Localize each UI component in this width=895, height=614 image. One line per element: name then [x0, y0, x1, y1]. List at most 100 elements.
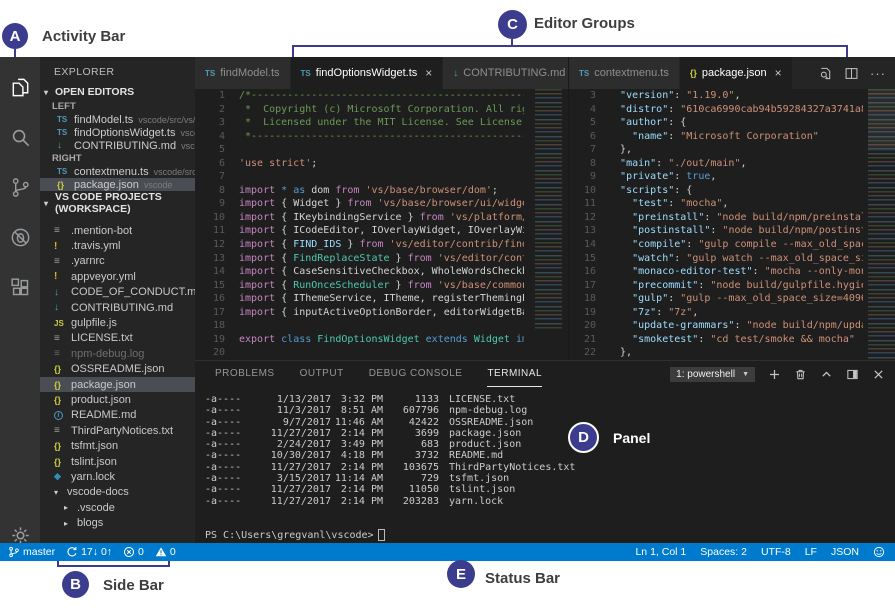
- panel-tab-terminal[interactable]: TERMINAL: [487, 361, 542, 387]
- code-token: [608, 239, 632, 250]
- minimap[interactable]: [535, 89, 562, 331]
- tree-file-.yarnrc[interactable]: ≡.yarnrc: [40, 254, 195, 269]
- close-icon[interactable]: ×: [425, 66, 432, 80]
- editor-code[interactable]: 1/*-------------------------------------…: [195, 89, 568, 360]
- code-token: ,: [734, 90, 740, 101]
- workspace-header[interactable]: ▾ VS CODE PROJECTS (WORKSPACE): [40, 195, 195, 211]
- terminal-prompt[interactable]: PS C:\Users\gregvanl\vscode>: [205, 529, 385, 541]
- status-errors[interactable]: 0: [123, 546, 144, 558]
- tree-file-ThirdPartyNotices.txt[interactable]: ≡ThirdPartyNotices.txt: [40, 423, 195, 438]
- status-text: LF: [805, 546, 817, 558]
- terminal-picker[interactable]: 1: powershell ▼: [670, 367, 755, 382]
- status-git-sync[interactable]: 17↓ 0↑: [66, 546, 112, 558]
- tree-file-appveyor.yml[interactable]: !appveyor.yml: [40, 269, 195, 284]
- ts-file-icon: TS: [579, 69, 589, 78]
- open-preview-icon[interactable]: [818, 66, 833, 81]
- open-editors-header[interactable]: ▾ OPEN EDITORS: [40, 84, 195, 100]
- tree-file-package.json[interactable]: {}package.json: [40, 377, 195, 392]
- activity-bar-item-search[interactable]: [0, 115, 40, 159]
- code-token: "Microsoft Corporation": [680, 131, 818, 142]
- tree-file-gulpfile.js[interactable]: JSgulpfile.js: [40, 315, 195, 330]
- code-line: 17 "precommit": "node build/gulpfile.hyg…: [569, 279, 895, 293]
- code-text: *---------------------------------------…: [239, 130, 524, 144]
- status-encoding[interactable]: UTF-8: [761, 546, 791, 558]
- editor-code[interactable]: 3 "version": "1.19.0",4 "distro": "610ca…: [569, 89, 895, 360]
- open-editor-item[interactable]: TSfindModel.tsvscode/src/vs/...: [40, 113, 195, 126]
- status-language-mode[interactable]: JSON: [831, 546, 859, 558]
- tree-folder-.vscode[interactable]: ▸.vscode: [40, 500, 195, 515]
- code-token: 'vs/platform/keybinding/common/keybindin…: [450, 212, 524, 223]
- tree-file-LICENSE.txt[interactable]: ≡LICENSE.txt: [40, 331, 195, 346]
- tree-file-OSSREADME.json[interactable]: {}OSSREADME.json: [40, 362, 195, 377]
- close-icon[interactable]: ×: [775, 66, 782, 80]
- activity-bar-item-source-control[interactable]: [0, 165, 40, 209]
- terminal-cursor: [378, 529, 385, 541]
- new-terminal-icon[interactable]: [768, 368, 781, 381]
- status-cursor-position[interactable]: Ln 1, Col 1: [635, 546, 686, 558]
- tab-CONTRIBUTING.md[interactable]: ↓CONTRIBUTING.md: [443, 57, 576, 89]
- minimap[interactable]: [868, 89, 895, 360]
- tree-file-README.md[interactable]: iREADME.md: [40, 408, 195, 423]
- line-number: 7: [195, 170, 225, 184]
- panel-tab-debug-console[interactable]: DEBUG CONSOLE: [369, 361, 463, 387]
- tree-file-.mention-bot[interactable]: ≡.mention-bot: [40, 223, 195, 238]
- code-text: "scripts": {: [608, 184, 863, 198]
- panel-tab-problems[interactable]: PROBLEMS: [215, 361, 275, 387]
- status-eol[interactable]: LF: [805, 546, 817, 558]
- code-token: {: [281, 239, 293, 250]
- activity-bar-item-explorer[interactable]: [0, 65, 40, 109]
- open-editor-item[interactable]: {}package.jsonvscode: [40, 178, 195, 191]
- tab-findOptionsWidget.ts[interactable]: TSfindOptionsWidget.ts×: [291, 57, 444, 89]
- status-warnings[interactable]: 0: [155, 546, 176, 558]
- tree-file-tsfmt.json[interactable]: {}tsfmt.json: [40, 438, 195, 453]
- code-token: {: [281, 225, 293, 236]
- kill-terminal-icon[interactable]: [794, 368, 807, 381]
- code-line: 1/*-------------------------------------…: [195, 89, 568, 103]
- file-date: 11/27/2017: [245, 428, 331, 439]
- tree-file-CODE_OF_CONDUCT.md[interactable]: ↓CODE_OF_CONDUCT.md: [40, 285, 195, 300]
- code-token: import: [239, 225, 281, 236]
- tree-folder-vscode-docs[interactable]: ▾vscode-docs: [40, 485, 195, 500]
- open-editor-item[interactable]: TSfindOptionsWidget.tsvsco...: [40, 126, 195, 139]
- tree-file-tslint.json[interactable]: {}tslint.json: [40, 454, 195, 469]
- activity-bar-item-debug[interactable]: [0, 215, 40, 259]
- status-git-branch[interactable]: master: [8, 546, 55, 558]
- open-editor-item[interactable]: TScontextmenu.tsvscode/src/...: [40, 165, 195, 178]
- file-name: README.md: [449, 450, 503, 461]
- tree-file-product.json[interactable]: {}product.json: [40, 392, 195, 407]
- maximize-panel-icon[interactable]: [820, 368, 833, 381]
- file-name: findModel.ts: [74, 114, 133, 126]
- terminal-listing[interactable]: -a----1/13/20173:32 PM1133LICENSE.txt-a-…: [205, 394, 575, 507]
- code-token: :: [668, 104, 680, 115]
- code-token: from: [347, 198, 377, 209]
- tree-file-yarn.lock[interactable]: ◆yarn.lock: [40, 469, 195, 484]
- tree-file-npm-debug.log[interactable]: ≡npm-debug.log: [40, 346, 195, 361]
- status-indentation[interactable]: Spaces: 2: [700, 546, 747, 558]
- split-terminal-icon[interactable]: [846, 368, 859, 381]
- tab-package.json[interactable]: {}package.json×: [680, 57, 793, 89]
- split-editor-icon[interactable]: [844, 66, 859, 81]
- tree-file-CONTRIBUTING.md[interactable]: ↓CONTRIBUTING.md: [40, 300, 195, 315]
- status-text: 0: [138, 546, 144, 558]
- code-line: 17import { inputActiveOptionBorder, edit…: [195, 306, 568, 320]
- tab-contextmenu.ts[interactable]: TScontextmenu.ts: [569, 57, 680, 89]
- close-panel-icon[interactable]: [872, 368, 885, 381]
- annotation-label-editor-groups: Editor Groups: [534, 15, 635, 32]
- more-actions-icon[interactable]: ···: [870, 66, 886, 81]
- line-number: 1: [195, 89, 225, 103]
- code-token: 'vs/base/browser/ui/widget': [378, 198, 525, 209]
- status-feedback[interactable]: [873, 546, 885, 558]
- line-number: 8: [569, 157, 596, 171]
- code-line: 10import { IKeybindingService } from 'vs…: [195, 211, 568, 225]
- tab-findModel.ts[interactable]: TSfindModel.ts: [195, 57, 291, 89]
- code-token: [608, 266, 632, 277]
- panel-tab-output[interactable]: OUTPUT: [300, 361, 344, 387]
- open-editor-item[interactable]: ↓CONTRIBUTING.mdvscode: [40, 139, 195, 152]
- code-text: [239, 143, 524, 157]
- tree-file-.travis.yml[interactable]: !.travis.yml: [40, 238, 195, 253]
- code-token: {: [281, 293, 293, 304]
- code-token: }: [390, 253, 408, 264]
- activity-bar-item-extensions[interactable]: [0, 265, 40, 309]
- code-token: : {: [674, 185, 692, 196]
- tree-folder-blogs[interactable]: ▸blogs: [40, 515, 195, 530]
